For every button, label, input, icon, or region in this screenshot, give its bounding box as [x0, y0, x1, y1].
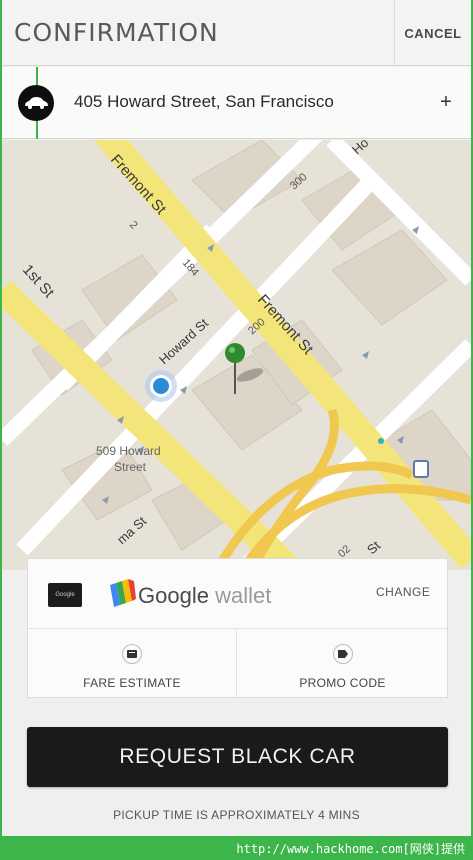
payment-card: Google Google wallet CHANGE FARE ESTIMAT… — [27, 558, 448, 698]
map-label-509-street: Street — [114, 460, 147, 474]
payment-card-icon: Google — [48, 583, 82, 607]
wallet-suffix: wallet — [208, 583, 272, 608]
pickup-address-bar[interactable]: 405 Howard Street, San Francisco + — [2, 67, 471, 139]
page-title: CONFIRMATION — [14, 18, 219, 47]
wallet-label: Google wallet — [138, 583, 271, 609]
pickup-time-text: PICKUP TIME IS APPROXIMATELY 4 MINS — [113, 808, 360, 822]
fare-estimate-button[interactable]: FARE ESTIMATE — [28, 629, 237, 697]
watermark-bar: http://www.hackhome.com[网侠]提供 — [0, 836, 473, 860]
address-text[interactable]: 405 Howard Street, San Francisco — [74, 92, 334, 112]
header: CONFIRMATION CANCEL — [2, 0, 471, 66]
payment-method-row[interactable]: Google Google wallet CHANGE — [28, 559, 447, 629]
promo-code-label: PROMO CODE — [299, 676, 386, 690]
watermark-text: http://www.hackhome.com[网侠]提供 — [236, 842, 465, 856]
add-stop-button[interactable]: + — [432, 85, 460, 119]
promo-code-button[interactable]: PROMO CODE — [238, 629, 447, 697]
promo-code-icon — [332, 644, 353, 664]
car-icon — [18, 85, 54, 121]
change-payment-button[interactable]: CHANGE — [376, 585, 430, 599]
google-wallet-icon — [110, 579, 136, 607]
wallet-brand: Google — [138, 583, 209, 608]
fare-estimate-icon — [122, 644, 142, 664]
app-screen: CONFIRMATION CANCEL 405 Howard Street, S… — [2, 0, 471, 836]
current-location-icon — [145, 370, 177, 402]
fare-estimate-label: FARE ESTIMATE — [83, 676, 181, 690]
payment-card-text: Google — [55, 592, 75, 598]
cancel-button[interactable]: CANCEL — [395, 0, 471, 66]
map-view[interactable]: Fremont St Fremont St 1st St Howard St H… — [2, 140, 471, 570]
request-car-button[interactable]: REQUEST BLACK CAR — [27, 727, 448, 787]
map-label-509-howard: 509 Howard — [96, 444, 161, 458]
